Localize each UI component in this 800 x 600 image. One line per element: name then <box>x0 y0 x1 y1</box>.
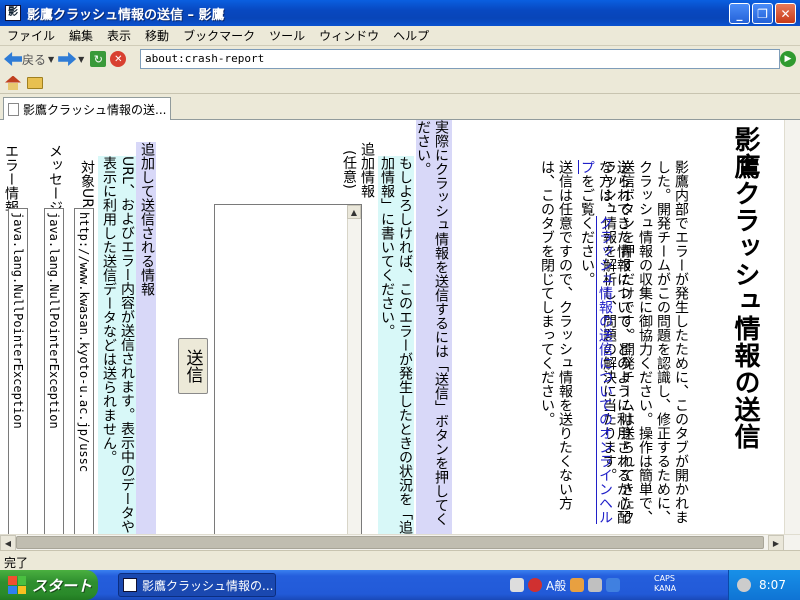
windows-logo-icon <box>8 576 26 594</box>
menu-bookmarks[interactable]: ブックマーク <box>176 27 262 44</box>
ime-help-icon[interactable] <box>606 578 621 592</box>
clock[interactable]: 8:07 <box>759 578 786 592</box>
tab-label: 影鷹クラッシュ情報の送... <box>23 102 167 117</box>
app-icon: 影 <box>5 5 21 21</box>
url-field[interactable]: http://www.kwasan.kyoto-u.ac.jp/ussc <box>74 208 94 534</box>
status-text: 完了 <box>4 556 29 570</box>
textarea-scroll-up[interactable]: ▲ <box>347 205 361 219</box>
horizontal-scrollbar[interactable]: ◀ ▶ <box>0 534 800 551</box>
extra-info-description: URL、およびエラー内容が送信されます。表示中のデータや表示に利用した送信データ… <box>98 156 136 534</box>
optional-label: (任意) <box>341 150 357 189</box>
ime-pad-icon[interactable] <box>588 578 603 592</box>
extra-info-heading: 追加して送信される情報 <box>136 142 156 534</box>
ime-mode[interactable]: A般 <box>546 577 566 594</box>
minimize-button[interactable]: _ <box>729 3 750 24</box>
stop-icon[interactable]: ✕ <box>110 51 127 67</box>
menu-go[interactable]: 移動 <box>138 27 176 44</box>
folder-icon[interactable] <box>27 76 43 89</box>
close-button[interactable]: ✕ <box>775 3 796 24</box>
status-bar: 完了 <box>0 550 800 570</box>
title-bar[interactable]: 影 影鷹クラッシュ情報の送信 – 影鷹 _ ❐ ✕ <box>0 0 800 26</box>
additional-info-label: 追加情報 <box>359 142 375 198</box>
ime-icon[interactable] <box>528 578 542 592</box>
tab-crash-report[interactable]: 影鷹クラッシュ情報の送... <box>3 97 171 120</box>
scroll-left-icon[interactable]: ◀ <box>0 535 16 551</box>
forward-button[interactable]: ▼ <box>58 52 84 66</box>
window-controls: _ ❐ ✕ <box>729 3 796 24</box>
submit-button[interactable]: 送信 <box>178 338 208 394</box>
menu-help[interactable]: ヘルプ <box>386 27 436 44</box>
vertical-scrollbar[interactable] <box>784 120 800 534</box>
optional-paragraph: 送信は任意ですので、クラッシュ情報を送りたくない方は、このタブを閉じてしまってく… <box>539 160 573 510</box>
menu-tools[interactable]: ツール <box>262 27 312 44</box>
system-tray: 8:07 <box>728 570 800 600</box>
horizontal-scroll-thumb[interactable] <box>16 536 764 549</box>
kana-label: KANA <box>654 584 677 593</box>
taskbar-window-button[interactable]: 影鷹クラッシュ情報の... <box>118 573 276 597</box>
page-heading: 影鷹クラッシュ情報の送信 <box>730 126 760 450</box>
additional-info-textarea[interactable]: ▲ <box>214 204 362 534</box>
reload-icon[interactable]: ↻ <box>90 51 107 67</box>
message-field[interactable]: java.lang.NullPointerException <box>44 208 64 534</box>
home-icon[interactable] <box>5 76 21 90</box>
menu-file[interactable]: ファイル <box>0 27 62 44</box>
help-paragraph: 送られてきた情報について、どのように利用されるか心配な方は、クラッシュ情報の送信… <box>578 160 632 530</box>
additional-info-note: もしよろしければ、このエラーが発生したときの状況を「追加情報」に書いてください。 <box>378 156 414 534</box>
bookmarks-toolbar <box>0 72 800 94</box>
taskbar: スタート 影鷹クラッシュ情報の... A般 CAPS KANA 8:07 <box>0 570 800 600</box>
error-field[interactable]: java.lang.NullPointerException <box>8 208 28 534</box>
tab-bar: 影鷹クラッシュ情報の送... <box>0 94 800 120</box>
caps-kana-indicator: CAPS KANA <box>654 574 676 594</box>
volume-icon[interactable] <box>737 578 751 592</box>
url-input[interactable]: about:crash-report <box>140 49 780 69</box>
taskbar-app-icon <box>123 578 137 592</box>
help-text-after: をご覧ください。 <box>579 174 595 286</box>
menu-bar: ファイル 編集 表示 移動 ブックマーク ツール ウィンドウ ヘルプ <box>0 26 800 46</box>
ime-toolbar: A般 <box>510 570 630 600</box>
back-button[interactable]: 戻る ▼ <box>4 51 54 68</box>
keyboard-icon[interactable] <box>510 578 524 592</box>
taskbar-window-label: 影鷹クラッシュ情報の... <box>142 578 274 593</box>
forward-dropdown-icon[interactable]: ▼ <box>78 55 84 64</box>
page-icon <box>8 102 19 116</box>
menu-edit[interactable]: 編集 <box>62 27 100 44</box>
menu-window[interactable]: ウィンドウ <box>312 27 386 44</box>
start-button[interactable]: スタート <box>0 570 98 600</box>
maximize-button[interactable]: ❐ <box>752 3 773 24</box>
submit-instruction: 実際にクラッシュ情報を送信するには「送信」ボタンを押してください。 <box>415 120 452 534</box>
ime-tool-icon[interactable] <box>570 578 585 592</box>
menu-view[interactable]: 表示 <box>100 27 138 44</box>
back-dropdown-icon[interactable]: ▼ <box>48 55 54 64</box>
start-label: スタート <box>32 576 93 595</box>
forward-arrow-icon <box>58 52 77 66</box>
back-label: 戻る <box>22 52 47 67</box>
textarea-scrollbar[interactable]: ▲ <box>347 205 361 534</box>
back-arrow-icon <box>4 52 22 66</box>
caps-label: CAPS <box>654 574 675 583</box>
go-icon[interactable]: ▶ <box>780 51 796 67</box>
page-content: 影鷹クラッシュ情報の送信 影鷹内部でエラーが発生したために、このタブが開かれまし… <box>0 120 784 534</box>
window-title: 影鷹クラッシュ情報の送信 – 影鷹 <box>27 7 225 23</box>
navigation-toolbar: 戻る ▼ ▼ ↻ ✕ about:crash-report ▶ <box>0 46 800 72</box>
scroll-right-icon[interactable]: ▶ <box>768 535 784 551</box>
